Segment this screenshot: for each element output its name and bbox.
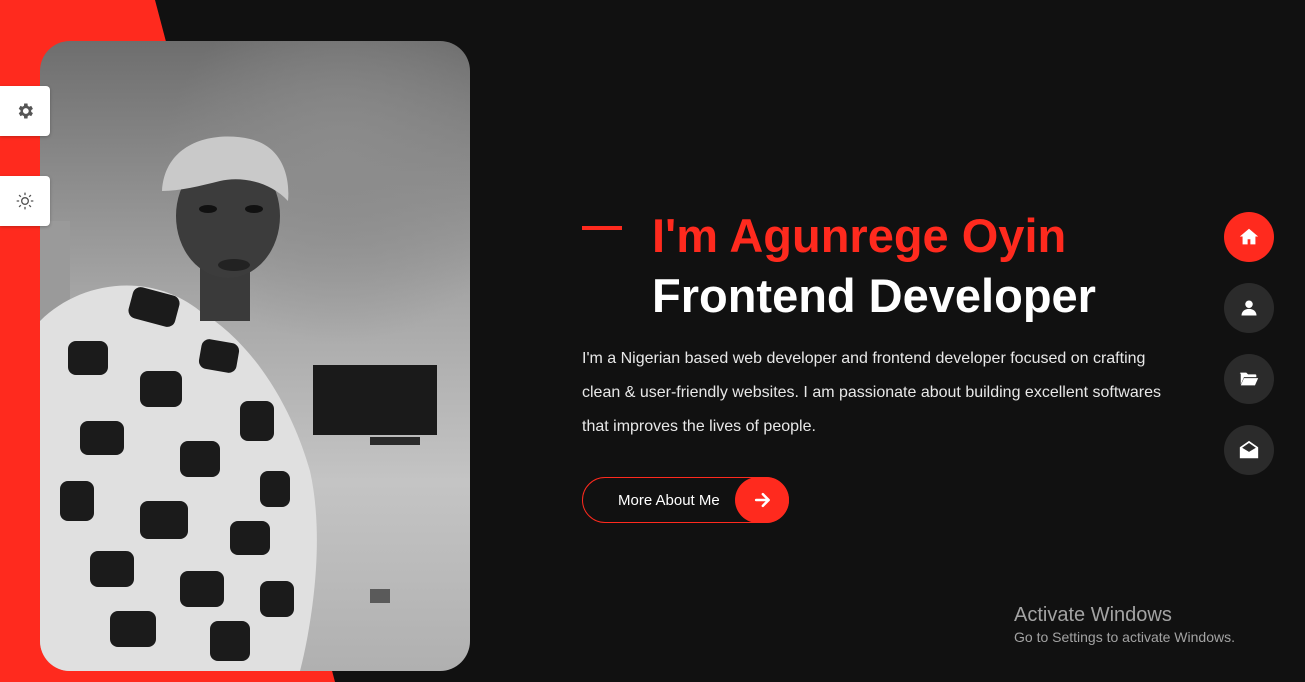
more-about-me-button[interactable]: More About Me: [582, 477, 789, 523]
title-accent-dash: [582, 226, 622, 230]
hero-description: I'm a Nigerian based web developer and f…: [582, 350, 1161, 435]
theme-toggle-button[interactable]: [0, 176, 50, 226]
settings-button[interactable]: [0, 86, 50, 136]
sun-icon: [16, 192, 34, 210]
arrow-right-icon: [735, 477, 789, 523]
nav-contact[interactable]: [1224, 425, 1274, 475]
nav-portfolio[interactable]: [1224, 354, 1274, 404]
nav-about[interactable]: [1224, 283, 1274, 333]
hero-subtitle: Frontend Developer: [652, 269, 1096, 322]
more-about-me-label: More About Me: [618, 491, 720, 509]
home-icon: [1239, 228, 1259, 245]
envelope-open-icon: [1239, 440, 1259, 459]
hero-title: I'm Agunrege Oyin: [652, 209, 1067, 262]
folder-open-icon: [1239, 372, 1259, 386]
watermark-title: Activate Windows: [1014, 604, 1172, 626]
nav-home[interactable]: [1224, 212, 1274, 262]
side-navigation: [1224, 212, 1274, 496]
profile-photo: [40, 41, 470, 671]
watermark-subtitle: Go to Settings to activate Windows.: [1014, 629, 1235, 645]
windows-activation-watermark: Activate Windows Go to Settings to activ…: [1014, 603, 1235, 647]
gear-icon: [18, 103, 33, 119]
user-icon: [1241, 300, 1257, 316]
